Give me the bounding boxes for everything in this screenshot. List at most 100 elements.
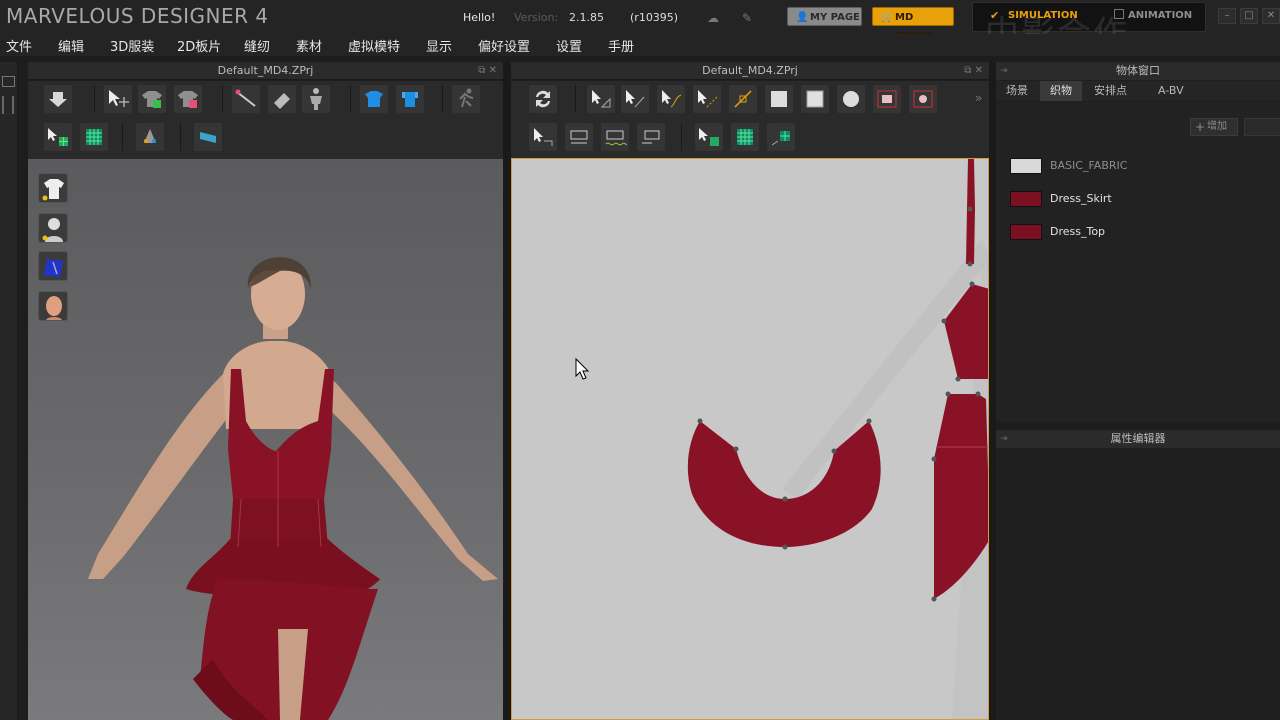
copy-fabric-button[interactable] — [1244, 118, 1280, 136]
menu-settings[interactable]: 设置 — [556, 36, 582, 55]
panel-2d-header: Default_MD4.ZPrj ⧉ ✕ — [511, 62, 989, 80]
mouse-cursor — [575, 357, 590, 380]
refresh-tool[interactable] — [529, 85, 557, 113]
garment-display-button[interactable] — [38, 173, 68, 203]
tab-fabric[interactable]: 织物 — [1040, 81, 1082, 101]
my-page-button[interactable]: 👤 MY PAGE — [787, 7, 862, 26]
garment-add-tool[interactable] — [138, 85, 166, 113]
version-label: Version: — [514, 11, 559, 24]
title-bar: MARVELOUS DESIGNER 4 Hello! Version: 2.1… — [0, 0, 1280, 54]
edit-icon[interactable]: ✎ — [742, 11, 756, 25]
menu-avatar[interactable]: 虚拟模特 — [348, 36, 400, 55]
hello-text: Hello! — [463, 11, 496, 24]
polygon-tool[interactable] — [765, 85, 793, 113]
fabric-name: BASIC_FABRIC — [1050, 159, 1128, 172]
edit-sewing-tool[interactable] — [637, 123, 665, 151]
menu-file[interactable]: 文件 — [6, 36, 32, 55]
arrange-back-tool[interactable] — [396, 85, 424, 113]
fabric-swatch — [1010, 191, 1042, 207]
cloud-icon[interactable]: ☁ — [707, 11, 721, 25]
arrange-front-tool[interactable] — [360, 85, 388, 113]
tab-abv[interactable]: A-BV — [1148, 81, 1194, 101]
add-fabric-button[interactable]: + 增加 — [1190, 118, 1238, 136]
internal-polygon-tool[interactable] — [873, 85, 901, 113]
plus-icon: + — [1195, 120, 1206, 134]
panel-splitter[interactable] — [503, 62, 511, 720]
separator — [222, 85, 223, 113]
arrow-down-tool[interactable] — [44, 85, 72, 113]
cart-icon: 🛒 — [881, 12, 894, 23]
transform-pattern-tool[interactable] — [587, 85, 615, 113]
separator — [180, 123, 181, 151]
add-point-tool[interactable] — [693, 85, 721, 113]
topstitch-tool[interactable] — [194, 123, 222, 151]
library-icon[interactable] — [2, 96, 14, 114]
simulate-run-tool[interactable] — [452, 85, 480, 113]
menu-manual[interactable]: 手册 — [608, 36, 634, 55]
curvature-tool[interactable] — [729, 85, 757, 113]
texture-pattern-select-tool[interactable] — [695, 123, 723, 151]
fold-tool[interactable] — [268, 85, 296, 113]
separator — [122, 123, 123, 151]
texture-select-tool[interactable] — [44, 123, 72, 151]
stitch-tool[interactable] — [601, 123, 629, 151]
edit-curve-tool[interactable] — [657, 85, 685, 113]
panel-3d-window-buttons[interactable]: ⧉ ✕ — [478, 62, 497, 80]
dock-arrow-icon[interactable]: ⇥ — [1000, 430, 1008, 448]
viewport-2d[interactable] — [511, 158, 989, 720]
image-icon[interactable] — [2, 76, 15, 87]
object-window-tabs: 场景 织物 安排点 A-BV — [996, 81, 1280, 101]
texture-display-button[interactable] — [38, 251, 68, 281]
md-store-button[interactable]: 🛒MD STORE — [872, 7, 954, 42]
list-item[interactable]: Dress_Top — [1008, 218, 1280, 246]
internal-rectangle-tool[interactable] — [909, 85, 937, 113]
toolbar-overflow-icon[interactable]: » — [975, 91, 982, 105]
toolbar-2d: » — [511, 81, 989, 158]
tab-arrangement[interactable]: 安排点 — [1084, 81, 1137, 101]
separator — [575, 85, 576, 113]
avatar-skin-button[interactable] — [38, 291, 68, 321]
avatar-pose-tool[interactable] — [302, 85, 330, 113]
menu-materials[interactable]: 素材 — [296, 36, 322, 55]
texture-grid-tool[interactable] — [80, 123, 108, 151]
maximize-button[interactable]: □ — [1240, 8, 1258, 24]
pattern-canvas — [575, 159, 988, 719]
garment-remove-tool[interactable] — [174, 85, 202, 113]
menu-preferences[interactable]: 偏好设置 — [478, 36, 530, 55]
list-item[interactable]: BASIC_FABRIC — [1008, 152, 1280, 180]
property-editor-header: ⇥ 属性编辑器 — [996, 430, 1280, 448]
animation-mode-button[interactable]: ANIMATION — [1128, 10, 1192, 21]
list-item[interactable]: Dress_Skirt — [1008, 185, 1280, 213]
avatar-display-button[interactable] — [38, 213, 68, 243]
dock-arrow-icon[interactable]: ⇥ — [1000, 62, 1008, 80]
menu-edit[interactable]: 编辑 — [58, 36, 84, 55]
texture-pattern-grid-tool[interactable] — [731, 123, 759, 151]
fabric-swatch — [1010, 224, 1042, 240]
minimize-button[interactable]: – — [1218, 8, 1236, 24]
add-fabric-label: 增加 — [1207, 121, 1227, 132]
circle-tool[interactable] — [837, 85, 865, 113]
version-number: 2.1.85 — [569, 11, 604, 24]
free-sewing-tool[interactable] — [565, 123, 593, 151]
button-tool[interactable] — [136, 123, 164, 151]
object-window: ⇥ 物体窗口 场景 织物 安排点 A-BV + 增加 BASIC_FABRIC … — [996, 62, 1280, 422]
edit-point-tool[interactable] — [621, 85, 649, 113]
menu-2d-pattern[interactable]: 2D板片 — [177, 36, 221, 55]
segment-sewing-tool[interactable] — [529, 123, 557, 151]
property-editor: ⇥ 属性编辑器 — [996, 430, 1280, 720]
panel-2d-title: Default_MD4.ZPrj — [702, 64, 798, 77]
menu-3d-garment[interactable]: 3D服装 — [110, 36, 154, 55]
pin-tool[interactable] — [232, 85, 260, 113]
viewport-3d[interactable] — [28, 159, 503, 720]
texture-transform-tool[interactable] — [767, 123, 795, 151]
rectangle-tool[interactable] — [801, 85, 829, 113]
menu-display[interactable]: 显示 — [426, 36, 452, 55]
panel-2d-window-buttons[interactable]: ⧉ ✕ — [964, 62, 983, 80]
tab-scene[interactable]: 场景 — [996, 81, 1038, 101]
panel-splitter-right[interactable] — [989, 62, 996, 720]
close-button[interactable]: ✕ — [1262, 8, 1280, 24]
my-page-label: MY PAGE — [810, 12, 860, 23]
select-move-tool[interactable] — [104, 85, 132, 113]
property-editor-title: 属性编辑器 — [1110, 432, 1166, 445]
menu-sewing[interactable]: 缝纫 — [244, 36, 270, 55]
